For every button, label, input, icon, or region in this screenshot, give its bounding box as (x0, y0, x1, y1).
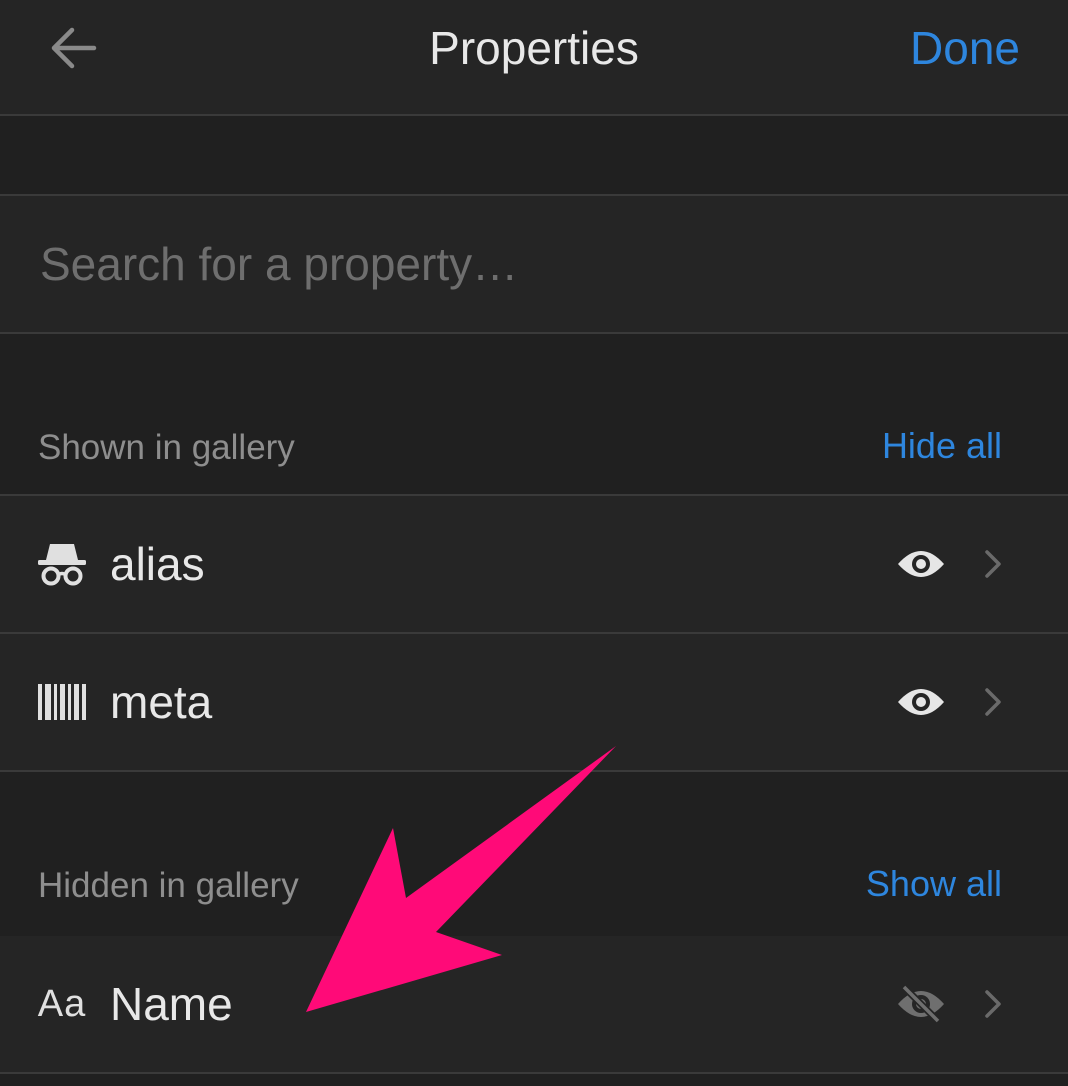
chevron-right-icon (982, 548, 1004, 580)
section-label: Shown in gallery (38, 428, 295, 467)
eye-icon[interactable] (896, 682, 946, 722)
section-label: Hidden in gallery (38, 866, 299, 905)
done-button[interactable]: Done (910, 20, 1020, 76)
property-row-name[interactable]: Aa Name (0, 936, 1068, 1072)
incognito-icon (36, 538, 88, 590)
section-header-shown: Shown in gallery Hide all (0, 404, 1068, 488)
property-row-alias[interactable]: alias (0, 496, 1068, 632)
property-row-meta[interactable]: meta (0, 634, 1068, 770)
divider (0, 770, 1068, 772)
eye-icon[interactable] (896, 544, 946, 584)
spacer (0, 116, 1068, 194)
property-name: meta (110, 676, 213, 728)
eye-off-icon[interactable] (896, 984, 946, 1024)
top-bar: Properties Done (0, 0, 1068, 114)
chevron-right-icon (982, 988, 1004, 1020)
hide-all-button[interactable]: Hide all (882, 424, 1002, 468)
property-name: alias (110, 538, 205, 590)
search-row (0, 196, 1068, 332)
search-input[interactable] (38, 230, 1022, 298)
text-type-icon: Aa (36, 978, 88, 1030)
divider (0, 1072, 1068, 1074)
barcode-icon (36, 676, 88, 728)
page-title: Properties (429, 22, 639, 74)
divider (0, 332, 1068, 334)
section-header-hidden: Hidden in gallery Show all (0, 842, 1068, 926)
text-type-label: Aa (37, 982, 87, 1025)
show-all-button[interactable]: Show all (866, 862, 1002, 906)
chevron-right-icon (982, 686, 1004, 718)
property-name: Name (110, 978, 233, 1030)
